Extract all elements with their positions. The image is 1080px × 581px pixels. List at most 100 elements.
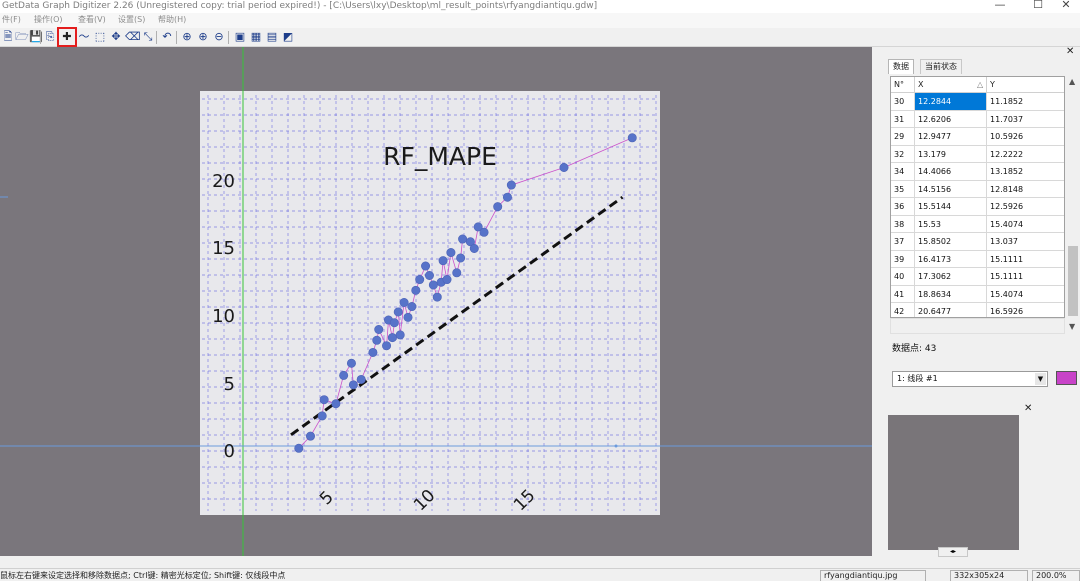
table-row[interactable]: 37 15.8502 13.037 (891, 233, 1064, 251)
table-header: N° X △ Y (891, 77, 1064, 93)
cell-n: 31 (891, 110, 915, 128)
table-row[interactable]: 38 15.53 15.4074 (891, 215, 1064, 233)
data-point (403, 312, 413, 322)
options-icon[interactable]: ◩ (281, 30, 295, 44)
menu-settings[interactable]: 设置(S) (118, 14, 145, 26)
cell-x: 14.5156 (915, 180, 987, 198)
series-select[interactable]: 1: 线段 #1 ▼ (892, 371, 1048, 387)
menu-file[interactable]: 件(F) (2, 14, 21, 26)
area-digitize-icon[interactable]: ⬚ (93, 30, 107, 44)
cell-y: 11.7037 (987, 111, 1064, 128)
column-header-n[interactable]: N° (891, 77, 915, 93)
table-row[interactable]: 34 14.4066 13.1852 (891, 163, 1064, 181)
table-row[interactable]: 35 14.5156 12.8148 (891, 180, 1064, 198)
cell-n: 35 (891, 180, 915, 198)
data-point (387, 333, 397, 343)
tab-current-status[interactable]: 当前状态 (920, 59, 962, 74)
cell-x: 12.2844 (915, 93, 987, 111)
table-row[interactable]: 32 13.179 12.2222 (891, 145, 1064, 163)
data-point (346, 358, 356, 368)
cell-y: 13.1852 (987, 163, 1064, 181)
close-icon[interactable]: ✕ (1024, 404, 1032, 414)
table-row[interactable]: 29 12.9477 10.5926 (891, 128, 1064, 146)
scroll-thumb[interactable] (1068, 246, 1078, 316)
app-window: GetData Graph Digitizer 2.26 (Unregister… (0, 0, 1080, 581)
table-row[interactable]: 42 20.6477 16.5926 (891, 303, 1064, 317)
table-row[interactable]: 36 15.5144 12.5926 (891, 198, 1064, 216)
data-point (382, 341, 392, 351)
toolbar-separator (176, 31, 177, 44)
set-scale-icon[interactable]: ▤ (265, 30, 279, 44)
cell-n: 40 (891, 268, 915, 286)
undo-icon[interactable]: ↶ (160, 30, 174, 44)
zoom-out-icon[interactable]: ⊖ (212, 30, 226, 44)
cell-y: 12.8148 (987, 181, 1064, 198)
data-point (319, 395, 329, 405)
grid-icon[interactable]: ▦ (249, 30, 263, 44)
data-point (389, 318, 399, 328)
preview-horizontal-scrollbar[interactable]: ◂▸ (938, 547, 968, 557)
data-point (442, 275, 452, 285)
menu-help[interactable]: 帮助(H) (158, 14, 186, 26)
magnifier-preview (888, 415, 1019, 550)
scroll-up-icon[interactable]: ▲ (1069, 77, 1075, 86)
table-row[interactable]: 31 12.6206 11.7037 (891, 110, 1064, 128)
data-point (456, 253, 466, 263)
close-icon[interactable]: ✕ (1066, 47, 1074, 57)
data-point (421, 261, 431, 271)
digitizer-canvas[interactable]: RF_MAPE 20 15 10 5 0 5 10 15 (0, 47, 872, 556)
move-icon[interactable]: ✥ (109, 30, 123, 44)
sort-ascending-icon: △ (977, 80, 984, 89)
open-icon[interactable]: 🗁 (15, 30, 29, 44)
tab-data[interactable]: 数据 (888, 59, 914, 74)
status-filename: rfyangdiantiqu.jpg (820, 570, 926, 581)
rotate-icon[interactable]: ⤡ (141, 30, 155, 44)
fit-line (290, 195, 624, 437)
y-tick-label: 15 (212, 238, 235, 259)
scroll-down-icon[interactable]: ▼ (1069, 322, 1075, 331)
column-header-y[interactable]: Y (987, 77, 1064, 93)
toolbar-separator (228, 31, 229, 44)
eraser-icon[interactable]: ⌫ (125, 30, 141, 44)
close-window-button[interactable]: ✕ (1052, 0, 1080, 12)
new-icon[interactable]: 🗎 (1, 30, 15, 44)
auto-trace-line-icon[interactable]: 〜 (77, 30, 91, 44)
copy-icon[interactable]: ⎘ (43, 30, 57, 44)
data-point (493, 202, 503, 212)
data-point (331, 399, 341, 409)
data-point (479, 227, 489, 237)
y-tick-label: 20 (212, 171, 235, 192)
cell-n: 37 (891, 233, 915, 251)
table-vertical-scrollbar[interactable]: ▲ ▼ (1066, 76, 1080, 334)
series-color-swatch[interactable] (1056, 371, 1077, 385)
zoom-fit-icon[interactable]: ⊕ (180, 30, 194, 44)
axis-reference-point (614, 444, 618, 448)
data-point (627, 133, 637, 143)
minimize-button[interactable]: — (986, 0, 1014, 12)
preview-vertical-scrollbar[interactable] (1020, 415, 1032, 550)
y-tick-label: 5 (223, 374, 235, 395)
toolbar: 🗎 🗁 💾 ⎘ ✚ 〜 ⬚ ✥ ⌫ ⤡ ↶ ⊕ ⊕ ⊖ ▣ ▦ ▤ ◩ (0, 27, 1080, 47)
menu-view[interactable]: 查看(V) (78, 14, 106, 26)
toolbar-separator (40, 31, 41, 44)
chevron-down-icon[interactable]: ▼ (1035, 373, 1046, 385)
data-table[interactable]: N° X △ Y 30 12.2844 11.1852 31 12.6206 11.703… (890, 76, 1065, 318)
data-point (502, 192, 512, 202)
data-point (294, 443, 304, 453)
data-point (559, 163, 569, 173)
menu-operation[interactable]: 操作(O) (34, 14, 63, 26)
cell-x: 12.6206 (915, 110, 987, 128)
table-row[interactable]: 39 16.4173 15.1111 (891, 250, 1064, 268)
digitize-points-icon[interactable]: ✚ (57, 27, 77, 47)
maximize-button[interactable]: ☐ (1024, 0, 1052, 12)
cell-n: 41 (891, 285, 915, 303)
table-row[interactable]: 41 18.8634 15.4074 (891, 285, 1064, 303)
table-row[interactable]: 40 17.3062 15.1111 (891, 268, 1064, 286)
table-horizontal-scrollbar[interactable] (890, 318, 1065, 334)
data-point (424, 271, 434, 281)
image-icon[interactable]: ▣ (233, 30, 247, 44)
status-image-dimensions: 332x305x24 (950, 570, 1028, 581)
zoom-in-icon[interactable]: ⊕ (196, 30, 210, 44)
cell-n: 39 (891, 250, 915, 268)
table-row[interactable]: 30 12.2844 11.1852 (891, 93, 1064, 111)
